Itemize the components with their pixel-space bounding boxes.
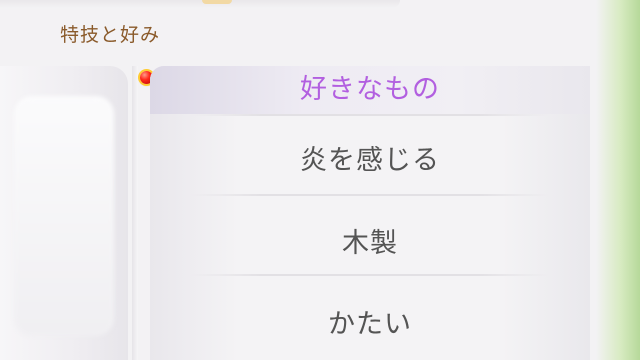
left-panel: [0, 66, 128, 360]
top-strip: [0, 0, 400, 8]
likes-header-title: 好きなもの: [300, 74, 440, 105]
row-divider: [190, 274, 550, 276]
like-item: かたい: [328, 309, 412, 340]
row-divider: [190, 114, 550, 116]
like-item: 木製: [342, 228, 398, 259]
left-panel-inner: [14, 96, 114, 336]
section-title: 特技と好み: [60, 24, 161, 46]
like-item: 炎を感じる: [300, 145, 440, 176]
likes-card: 好きなもの 炎を感じる 木製 かたい: [150, 66, 590, 360]
right-edge-decoration: [596, 0, 640, 360]
row-divider: [190, 194, 550, 196]
panel-divider: [132, 66, 138, 360]
top-tab-marker: [202, 0, 232, 4]
likes-screen: 特技と好み 好きなもの 炎を感じる 木製 かたい: [0, 0, 640, 360]
